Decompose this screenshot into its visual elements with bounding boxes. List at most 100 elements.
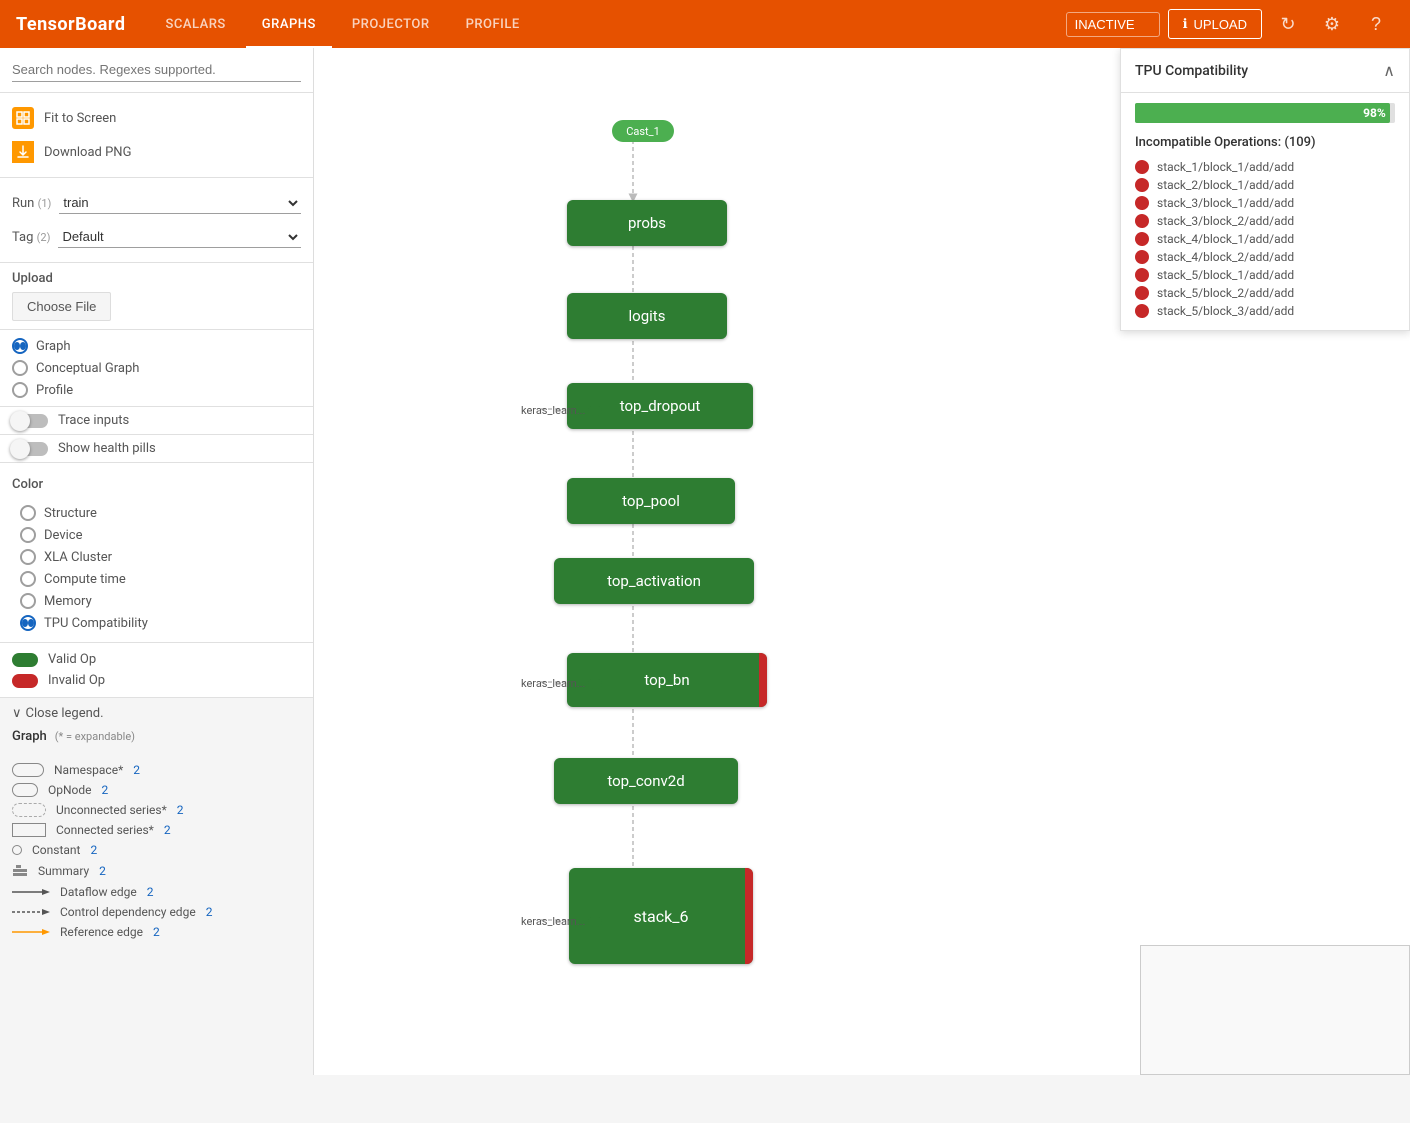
trace-inputs-label: Trace inputs <box>58 413 129 428</box>
keras1-node[interactable] <box>588 406 602 416</box>
refresh-button[interactable]: ↻ <box>1270 6 1306 42</box>
search-input[interactable] <box>12 58 301 82</box>
graph-radio-conceptual[interactable]: Conceptual Graph <box>12 360 301 376</box>
legend-section: ∨ Close legend. Graph (* = expandable) N… <box>0 698 313 1075</box>
keras2-node[interactable] <box>588 679 602 689</box>
cast1-node[interactable]: Cast_1 <box>612 120 674 142</box>
legend-connected: Connected series* 2 <box>12 820 301 840</box>
status-select[interactable]: INACTIVE <box>1066 12 1160 37</box>
show-health-pills-label: Show health pills <box>58 441 156 456</box>
reference-link[interactable]: 2 <box>153 925 160 939</box>
app-logo: TensorBoard <box>16 14 126 35</box>
keras3-label: keras_learn... <box>521 915 585 928</box>
nav-profile[interactable]: PROFILE <box>450 0 536 48</box>
dataflow-shape <box>12 887 50 897</box>
nav-scalars[interactable]: SCALARS <box>150 0 242 48</box>
color-tpu-radio <box>20 615 36 631</box>
legend-control-dep: Control dependency edge 2 <box>12 902 301 922</box>
nav-graphs[interactable]: GRAPHS <box>246 0 332 48</box>
header: TensorBoard SCALARS GRAPHS PROJECTOR PRO… <box>0 0 1410 48</box>
tpu-progress-bar: 98% <box>1135 103 1390 123</box>
graph-radio-indicator <box>12 338 28 354</box>
control-dep-shape <box>12 907 50 917</box>
graph-radio-graph[interactable]: Graph <box>12 338 301 354</box>
upload-button[interactable]: ℹ UPLOAD <box>1168 9 1262 39</box>
summary-link[interactable]: 2 <box>99 864 106 878</box>
unconnected-shape <box>12 803 46 817</box>
color-device[interactable]: Device <box>12 524 301 546</box>
logits-node[interactable]: logits <box>567 293 727 339</box>
top-conv2d-node[interactable]: top_conv2d <box>554 758 738 804</box>
legend-graph-label: Graph <box>12 729 47 744</box>
tpu-op-dot <box>1135 232 1149 246</box>
valid-op-item: Valid Op <box>12 649 301 670</box>
info-icon: ℹ <box>1183 16 1188 32</box>
search-section <box>0 48 313 93</box>
legend-reference: Reference edge 2 <box>12 922 301 942</box>
trace-inputs-toggle[interactable] <box>12 414 48 428</box>
color-structure[interactable]: Structure <box>12 502 301 524</box>
tag-row: Tag (2) Default <box>12 220 301 254</box>
invalid-op-dot <box>12 674 38 688</box>
color-section: Color Structure Device XLA Cluster Compu… <box>0 463 313 643</box>
tag-select[interactable]: Default <box>58 226 301 248</box>
dataflow-link[interactable]: 2 <box>147 885 154 899</box>
namespace-link[interactable]: 2 <box>133 763 140 777</box>
opnode-link[interactable]: 2 <box>102 783 109 797</box>
tpu-op-item: stack_3/block_2/add/add <box>1135 212 1395 230</box>
opnode-shape <box>12 783 38 797</box>
main-content: Fit to Screen Download PNG Run (1) tra <box>0 48 1410 1075</box>
tpu-op-item: stack_4/block_2/add/add <box>1135 248 1395 266</box>
tpu-op-dot <box>1135 178 1149 192</box>
summary-shape <box>12 863 28 879</box>
header-controls: INACTIVE ℹ UPLOAD ↻ ⚙ ? <box>1066 6 1394 42</box>
constant-link[interactable]: 2 <box>90 843 97 857</box>
tpu-panel: TPU Compatibility ∧ 98% Incompatible Ope… <box>1120 48 1410 331</box>
help-button[interactable]: ? <box>1358 6 1394 42</box>
color-compute[interactable]: Compute time <box>12 568 301 590</box>
legend-unconnected: Unconnected series* 2 <box>12 800 301 820</box>
legend-expandable-note: (* = expandable) <box>55 730 135 743</box>
graph-radio-profile[interactable]: Profile <box>12 382 301 398</box>
run-row: Run (1) train <box>12 186 301 220</box>
show-health-pills-toggle[interactable] <box>12 442 48 456</box>
keras1-connector: keras_learn... <box>521 404 602 417</box>
color-tpu[interactable]: TPU Compatibility <box>12 612 301 634</box>
conceptual-radio-indicator <box>12 360 28 376</box>
keras2-connector: keras_learn... <box>521 677 602 690</box>
fit-to-screen-icon <box>12 107 34 129</box>
top-activation-node[interactable]: top_activation <box>554 558 754 604</box>
close-legend-button[interactable]: ∨ Close legend. <box>12 706 301 721</box>
tpu-op-item: stack_4/block_1/add/add <box>1135 230 1395 248</box>
color-xla[interactable]: XLA Cluster <box>12 546 301 568</box>
tpu-op-dot <box>1135 214 1149 228</box>
control-dep-link[interactable]: 2 <box>206 905 213 919</box>
fit-to-screen-action[interactable]: Fit to Screen <box>12 101 301 135</box>
connected-link[interactable]: 2 <box>164 823 171 837</box>
tpu-op-item: stack_5/block_2/add/add <box>1135 284 1395 302</box>
run-select[interactable]: train <box>59 192 301 214</box>
tpu-collapse-button[interactable]: ∧ <box>1383 61 1395 80</box>
choose-file-button[interactable]: Choose File <box>12 292 111 321</box>
keras3-node[interactable] <box>588 917 602 927</box>
legend-namespace: Namespace* 2 <box>12 760 301 780</box>
tpu-op-item: stack_5/block_1/add/add <box>1135 266 1395 284</box>
top-pool-node[interactable]: top_pool <box>567 478 735 524</box>
keras2-label: keras_learn... <box>521 677 585 690</box>
tpu-incompatible-title: Incompatible Operations: (109) <box>1135 135 1395 150</box>
trace-inputs-row: Trace inputs <box>0 407 313 435</box>
nav-projector[interactable]: PROJECTOR <box>336 0 446 48</box>
run-label: Run (1) <box>12 196 51 211</box>
valid-op-dot <box>12 653 38 667</box>
settings-button[interactable]: ⚙ <box>1314 6 1350 42</box>
unconnected-link[interactable]: 2 <box>177 803 184 817</box>
tpu-op-dot <box>1135 160 1149 174</box>
download-png-action[interactable]: Download PNG <box>12 135 301 169</box>
tpu-panel-header: TPU Compatibility ∧ <box>1121 49 1409 93</box>
probs-node[interactable]: probs <box>567 200 727 246</box>
main-nav: SCALARS GRAPHS PROJECTOR PROFILE <box>150 0 1042 48</box>
profile-radio-indicator <box>12 382 28 398</box>
tpu-op-item: stack_1/block_1/add/add <box>1135 158 1395 176</box>
actions-section: Fit to Screen Download PNG <box>0 93 313 178</box>
color-memory[interactable]: Memory <box>12 590 301 612</box>
